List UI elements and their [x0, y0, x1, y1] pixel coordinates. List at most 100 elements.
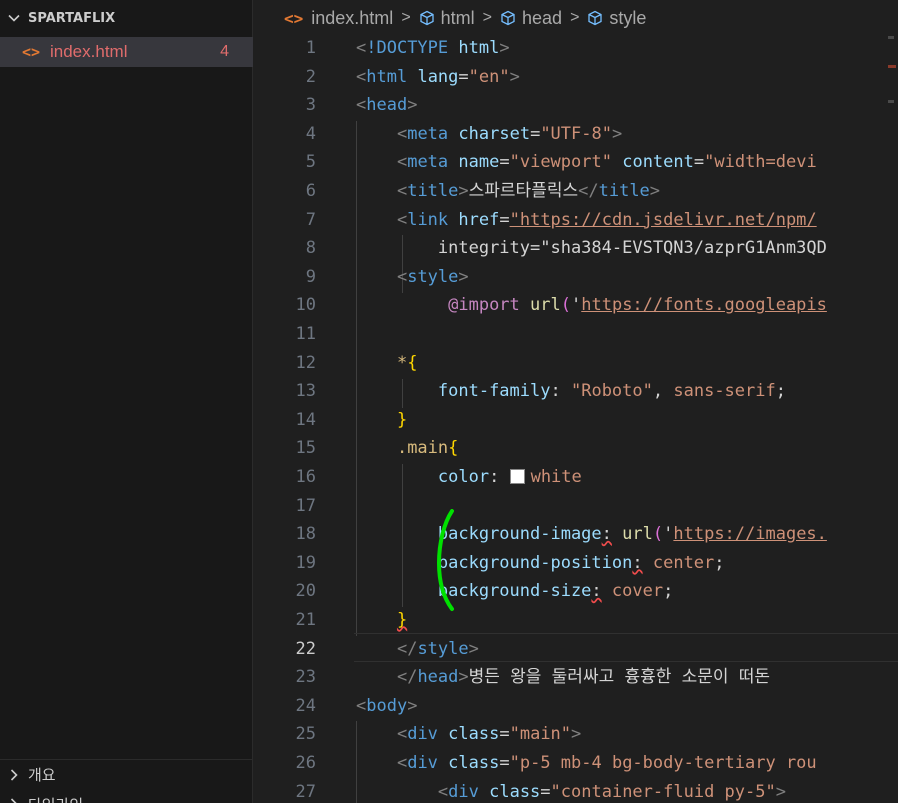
- code-line[interactable]: 12 *{: [254, 349, 898, 378]
- code-line[interactable]: 17: [254, 492, 898, 521]
- line-number: 11: [295, 324, 316, 344]
- code-text: <!DOCTYPE html>: [356, 38, 510, 58]
- code-line[interactable]: 4 <meta charset="UTF-8">: [254, 120, 898, 149]
- code-line[interactable]: 10 @import url('https://fonts.googleapis: [254, 291, 898, 320]
- code-line[interactable]: 20 background-size: cover;: [254, 577, 898, 606]
- code-text: <html lang="en">: [356, 66, 520, 87]
- line-number: 2: [305, 66, 316, 87]
- line-number: 16: [295, 467, 316, 487]
- code-line[interactable]: 9 <style>: [254, 263, 898, 292]
- code-line[interactable]: 26 <div class="p-5 mb-4 bg-body-tertiary…: [254, 749, 898, 778]
- code-line[interactable]: 16 color: white: [254, 463, 898, 492]
- symbol-cube-icon: [500, 10, 516, 26]
- breadcrumb-html[interactable]: html: [419, 8, 475, 29]
- code-line[interactable]: 2 <html lang="en">: [254, 63, 898, 92]
- line-number: 26: [295, 753, 316, 773]
- minimap[interactable]: [886, 36, 898, 803]
- line-number: 25: [295, 724, 316, 745]
- breadcrumb: <> index.html > html > head > style: [254, 0, 898, 36]
- line-number: 6: [305, 181, 316, 201]
- breadcrumb-file-label: index.html: [311, 7, 394, 28]
- line-number: 3: [305, 95, 316, 116]
- code-line[interactable]: 25 <div class="main">: [254, 720, 898, 749]
- code-line[interactable]: 23 </head>병든 왕을 둘러싸고 흉흉한 소문이 떠돈: [254, 663, 898, 692]
- code-text: </style>: [396, 638, 479, 659]
- line-number: 22: [295, 638, 316, 659]
- code-line[interactable]: 3 <head>: [254, 91, 898, 120]
- breadcrumb-head[interactable]: head: [500, 8, 562, 29]
- breadcrumb-file[interactable]: <> index.html: [284, 8, 393, 29]
- chevron-right-icon: >: [401, 9, 411, 26]
- code-line[interactable]: 5 <meta name="viewport" content="width=d…: [254, 148, 898, 177]
- line-number: 9: [305, 266, 316, 287]
- outline-label: 개요: [28, 766, 56, 784]
- code-line[interactable]: 18 background-image: url('https://images…: [254, 520, 898, 549]
- chevron-down-icon: [0, 11, 28, 25]
- line-number: 24: [295, 695, 316, 716]
- code-line[interactable]: 6 <title>스파르타플릭스</title>: [254, 177, 898, 206]
- chevron-right-icon: [0, 768, 28, 782]
- html-file-icon: <>: [22, 43, 41, 61]
- code-text: .main{: [396, 438, 459, 459]
- code-text: background-size: cover;: [437, 581, 674, 602]
- file-item-index-html[interactable]: <> index.html 4: [0, 37, 253, 67]
- code-text: background-position: center;: [437, 552, 725, 573]
- line-number: 20: [295, 581, 316, 602]
- line-number: 8: [305, 238, 316, 259]
- file-name: index.html: [50, 42, 128, 61]
- explorer-section-header[interactable]: SPARTAFLIX: [0, 3, 253, 33]
- code-text: <meta name="viewport" content="width=dev…: [396, 152, 817, 173]
- code-text: <div class="main">: [396, 724, 582, 745]
- code-line[interactable]: 21 }: [254, 606, 898, 635]
- code-line[interactable]: 8 integrity="sha384-EVSTQN3/azprG1Anm3QD: [254, 234, 898, 263]
- line-number: 15: [295, 438, 316, 459]
- code-text: background-image: url('https://images.: [437, 524, 827, 545]
- code-line[interactable]: 19 background-position: center;: [254, 549, 898, 578]
- line-number: 23: [295, 667, 316, 688]
- line-number: 4: [305, 123, 316, 144]
- problem-count-badge: 4: [220, 43, 229, 60]
- code-text: <head>: [356, 95, 418, 116]
- line-number: 17: [295, 495, 316, 516]
- code-line[interactable]: 14 }: [254, 406, 898, 435]
- code-editor[interactable]: <> index.html > html > head > style 1 <!…: [254, 0, 898, 803]
- line-number: 13: [295, 381, 316, 402]
- chevron-right-icon: [0, 797, 28, 803]
- code-area[interactable]: 1 <!DOCTYPE html> 2 <html lang="en"> 3 <head>…: [254, 35, 898, 803]
- code-text: <link href="https://cdn.jsdelivr.net/npm…: [396, 209, 817, 230]
- line-number: 5: [305, 152, 316, 173]
- color-swatch: [509, 469, 525, 484]
- chevron-right-icon: >: [482, 9, 493, 26]
- code-text: integrity="sha384-EVSTQN3/azprG1Anm3QD: [437, 238, 827, 259]
- code-text: <body>: [356, 695, 418, 716]
- code-line[interactable]: 13 font-family: "Roboto", sans-serif;: [254, 377, 898, 406]
- line-number: 27: [295, 781, 316, 802]
- code-line[interactable]: 27 <div class="container-fluid py-5">: [254, 778, 898, 803]
- code-text: }: [396, 610, 408, 630]
- code-line[interactable]: 15 .main{: [254, 434, 898, 463]
- code-line[interactable]: 11: [254, 320, 898, 349]
- outline-section-header[interactable]: 개요: [0, 759, 253, 789]
- code-line[interactable]: 1 <!DOCTYPE html>: [254, 35, 898, 63]
- chevron-right-icon: >: [570, 9, 580, 26]
- code-text: font-family: "Roboto", sans-serif;: [437, 381, 786, 402]
- code-text: color: white: [437, 467, 582, 487]
- line-number: 12: [295, 352, 316, 373]
- explorer-sidebar: SPARTAFLIX <> index.html 4 개요 타임라인: [0, 0, 253, 803]
- line-number: 7: [305, 209, 316, 230]
- code-line[interactable]: 7 <link href="https://cdn.jsdelivr.net/n…: [254, 206, 898, 235]
- breadcrumb-style[interactable]: style: [587, 8, 646, 29]
- line-number: 1: [305, 38, 316, 58]
- symbol-cube-icon: [419, 10, 435, 26]
- line-number: 18: [295, 524, 316, 545]
- line-number: 10: [295, 295, 316, 316]
- code-text: </head>병든 왕을 둘러싸고 흉흉한 소문이 떠돈: [396, 667, 771, 688]
- code-text: <meta charset="UTF-8">: [396, 123, 623, 144]
- html-file-icon: <>: [284, 8, 304, 28]
- code-text: <title>스파르타플릭스</title>: [396, 181, 661, 201]
- line-number: 14: [295, 409, 316, 430]
- code-line[interactable]: 24 <body>: [254, 692, 898, 721]
- symbol-cube-icon: [587, 10, 603, 26]
- code-line[interactable]: 22 </style>: [254, 635, 898, 664]
- timeline-section-header[interactable]: 타임라인: [0, 789, 253, 803]
